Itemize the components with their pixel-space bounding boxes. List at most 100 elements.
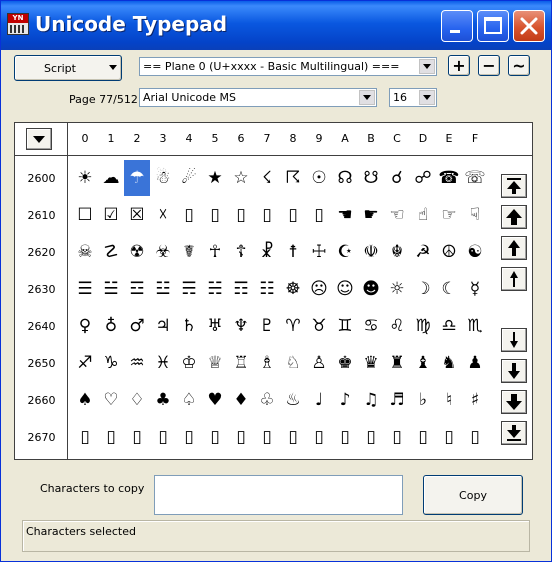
font-select[interactable]: Arial Unicode MS	[139, 88, 377, 107]
glyph-cell[interactable]: ♆	[228, 308, 254, 344]
glyph-cell[interactable]: ▯	[254, 419, 280, 455]
glyph-cell[interactable]: ☸	[280, 271, 306, 307]
step-down-button[interactable]	[501, 328, 527, 352]
glyph-cell[interactable]: ☬	[384, 234, 410, 270]
glyph-cell[interactable]: ▯	[202, 197, 228, 233]
glyph-cell[interactable]: ♝	[410, 345, 436, 381]
glyph-cell[interactable]: ☎	[436, 160, 462, 196]
glyph-cell[interactable]: ☈	[280, 160, 306, 196]
glyph-cell[interactable]: ♯	[462, 382, 488, 418]
glyph-cell[interactable]: ☇	[254, 160, 280, 196]
glyph-cell[interactable]: ☧	[254, 234, 280, 270]
chevron-down-icon[interactable]	[359, 90, 375, 105]
glyph-cell[interactable]: ▯	[124, 419, 150, 455]
glyph-cell[interactable]: ☵	[202, 271, 228, 307]
glyph-cell[interactable]: ♛	[358, 345, 384, 381]
grid-menu-button[interactable]	[26, 128, 52, 150]
glyph-cell[interactable]: ☚	[332, 197, 358, 233]
glyph-cell[interactable]: ☩	[306, 234, 332, 270]
last-page-button[interactable]	[501, 421, 527, 445]
glyph-cell[interactable]: ♫	[358, 382, 384, 418]
glyph-cell[interactable]: ♇	[254, 308, 280, 344]
glyph-cell[interactable]: ☱	[98, 271, 124, 307]
glyph-cell[interactable]: ▯	[436, 419, 462, 455]
step-up-button[interactable]	[501, 267, 527, 291]
glyph-cell[interactable]: ♡	[98, 382, 124, 418]
glyph-cell[interactable]: ☺	[332, 271, 358, 307]
glyph-cell[interactable]: ▯	[98, 419, 124, 455]
glyph-cell[interactable]: ▯	[332, 419, 358, 455]
glyph-cell[interactable]: ▯	[228, 197, 254, 233]
glyph-cell[interactable]: ▯	[358, 419, 384, 455]
remove-button[interactable]: −	[478, 55, 500, 76]
glyph-cell[interactable]: ♟	[462, 345, 488, 381]
glyph-cell[interactable]: ▯	[280, 419, 306, 455]
glyph-cell[interactable]: ☼	[384, 271, 410, 307]
app-icon[interactable]: YN	[7, 13, 29, 35]
glyph-cell[interactable]: ☑	[98, 197, 124, 233]
glyph-cell[interactable]: ♉	[306, 308, 332, 344]
glyph-cell[interactable]: ♋	[358, 308, 384, 344]
glyph-cell[interactable]: ☳	[150, 271, 176, 307]
glyph-cell[interactable]: ☋	[358, 160, 384, 196]
glyph-cell[interactable]: ☆	[228, 160, 254, 196]
glyph-cell[interactable]: ☢	[124, 234, 150, 270]
glyph-cell[interactable]: ▯	[384, 419, 410, 455]
glyph-cell[interactable]: ☿	[462, 271, 488, 307]
glyph-cell[interactable]: ☡	[98, 234, 124, 270]
glyph-cell[interactable]: ▯	[306, 197, 332, 233]
chevron-down-icon[interactable]	[419, 59, 435, 74]
glyph-cell[interactable]: ♕	[202, 345, 228, 381]
page-up-button[interactable]	[501, 205, 527, 229]
glyph-cell[interactable]: ☐	[72, 197, 98, 233]
glyph-cell[interactable]: ☃	[150, 160, 176, 196]
glyph-cell[interactable]: ▯	[306, 419, 332, 455]
glyph-cell[interactable]: ★	[202, 160, 228, 196]
glyph-cell[interactable]: ☞	[436, 197, 462, 233]
glyph-cell[interactable]: ☟	[462, 197, 488, 233]
glyph-cell[interactable]: ♔	[176, 345, 202, 381]
glyph-cell[interactable]: ☉	[306, 160, 332, 196]
glyph-cell[interactable]: ☄	[176, 160, 202, 196]
glyph-cell[interactable]: ☍	[410, 160, 436, 196]
glyph-cell[interactable]: ♚	[332, 345, 358, 381]
glyph-cell[interactable]: ♦	[228, 382, 254, 418]
glyph-cell[interactable]: ☲	[124, 271, 150, 307]
glyph-cell[interactable]: ♬	[384, 382, 410, 418]
glyph-cell[interactable]: ♮	[436, 382, 462, 418]
glyph-cell[interactable]: ☶	[228, 271, 254, 307]
glyph-cell[interactable]: ♌	[384, 308, 410, 344]
characters-to-copy-field[interactable]	[154, 475, 403, 515]
glyph-cell[interactable]: ☁	[98, 160, 124, 196]
glyph-cell[interactable]: ☛	[358, 197, 384, 233]
glyph-cell[interactable]: ♗	[254, 345, 280, 381]
glyph-cell[interactable]: ♑	[98, 345, 124, 381]
glyph-cell[interactable]: ♠	[72, 382, 98, 418]
glyph-cell[interactable]: ♁	[98, 308, 124, 344]
glyph-cell[interactable]: ▯	[176, 419, 202, 455]
minimize-button[interactable]	[441, 10, 473, 42]
glyph-cell[interactable]: ☹	[306, 271, 332, 307]
glyph-cell[interactable]: ☻	[358, 271, 384, 307]
glyph-cell[interactable]: ▯	[410, 419, 436, 455]
glyph-cell[interactable]: ♢	[124, 382, 150, 418]
glyph-cell[interactable]: ☌	[384, 160, 410, 196]
glyph-cell[interactable]: ♧	[254, 382, 280, 418]
glyph-cell[interactable]: ♙	[306, 345, 332, 381]
glyph-cell[interactable]: ♃	[150, 308, 176, 344]
glyph-cell[interactable]: ☫	[358, 234, 384, 270]
glyph-cell[interactable]: ♍	[410, 308, 436, 344]
glyph-cell[interactable]: ☏	[462, 160, 488, 196]
glyph-cell[interactable]: ☠	[72, 234, 98, 270]
glyph-cell[interactable]: ♊	[332, 308, 358, 344]
glyph-cell[interactable]: ☂	[124, 160, 150, 196]
plane-select[interactable]: == Plane 0 (U+xxxx - Basic Multilingual)…	[139, 57, 437, 76]
glyph-cell[interactable]: ☣	[150, 234, 176, 270]
glyph-cell[interactable]: ♒	[124, 345, 150, 381]
glyph-cell[interactable]: ▯	[280, 197, 306, 233]
copy-button[interactable]: Copy	[423, 475, 523, 515]
close-button[interactable]	[513, 10, 545, 42]
glyph-cell[interactable]: ▯	[72, 419, 98, 455]
glyph-cell[interactable]: ♖	[228, 345, 254, 381]
first-page-button[interactable]	[501, 174, 527, 198]
